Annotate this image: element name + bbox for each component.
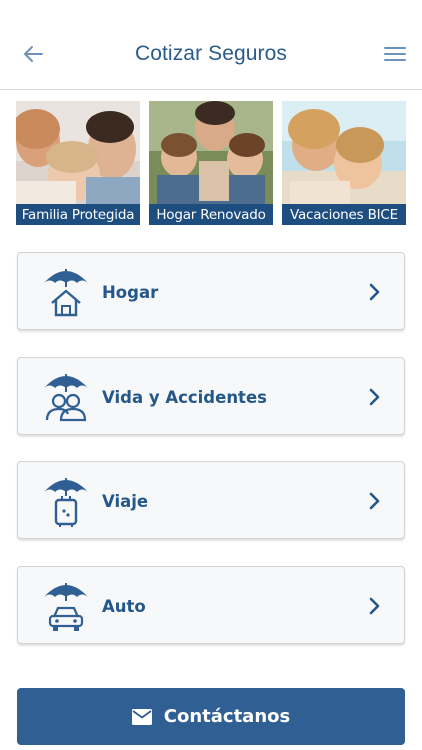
contact-button[interactable]: Contáctanos (17, 688, 405, 745)
option-label: Viaje (102, 491, 149, 511)
option-label: Vida y Accidentes (102, 387, 267, 407)
chevron-right-icon (369, 388, 380, 406)
banner-caption: Familia Protegida (16, 204, 140, 225)
chevron-right-icon (369, 492, 380, 510)
banner-familia-protegida[interactable]: Familia Protegida (16, 101, 140, 225)
insurance-option-vida-accidentes[interactable]: Vida y Accidentes (17, 357, 405, 435)
banner-caption: Hogar Renovado (149, 204, 273, 225)
app-header: Cotizar Seguros (0, 0, 422, 90)
envelope-icon (131, 708, 152, 725)
banner-hogar-renovado[interactable]: Hogar Renovado (149, 101, 273, 225)
insurance-option-viaje[interactable]: Viaje (17, 461, 405, 539)
umbrella-house-icon (44, 269, 88, 317)
page-title: Cotizar Seguros (134, 42, 288, 65)
banner-caption: Vacaciones BICE (282, 204, 406, 225)
hamburger-menu-icon (384, 47, 406, 61)
umbrella-people-icon (44, 374, 88, 422)
menu-button[interactable] (382, 42, 408, 66)
chevron-right-icon (369, 597, 380, 615)
contact-button-label: Contáctanos (163, 706, 291, 727)
umbrella-car-icon (44, 583, 88, 631)
option-label: Hogar (102, 282, 159, 302)
promo-banners: Familia Protegida Hogar Renovado Vacacio… (16, 101, 406, 225)
option-label: Auto (102, 596, 146, 616)
chevron-right-icon (369, 283, 380, 301)
insurance-option-hogar[interactable]: Hogar (17, 252, 405, 330)
banner-vacaciones-bice[interactable]: Vacaciones BICE (282, 101, 406, 225)
insurance-option-auto[interactable]: Auto (17, 566, 405, 644)
umbrella-suitcase-icon (44, 478, 88, 527)
